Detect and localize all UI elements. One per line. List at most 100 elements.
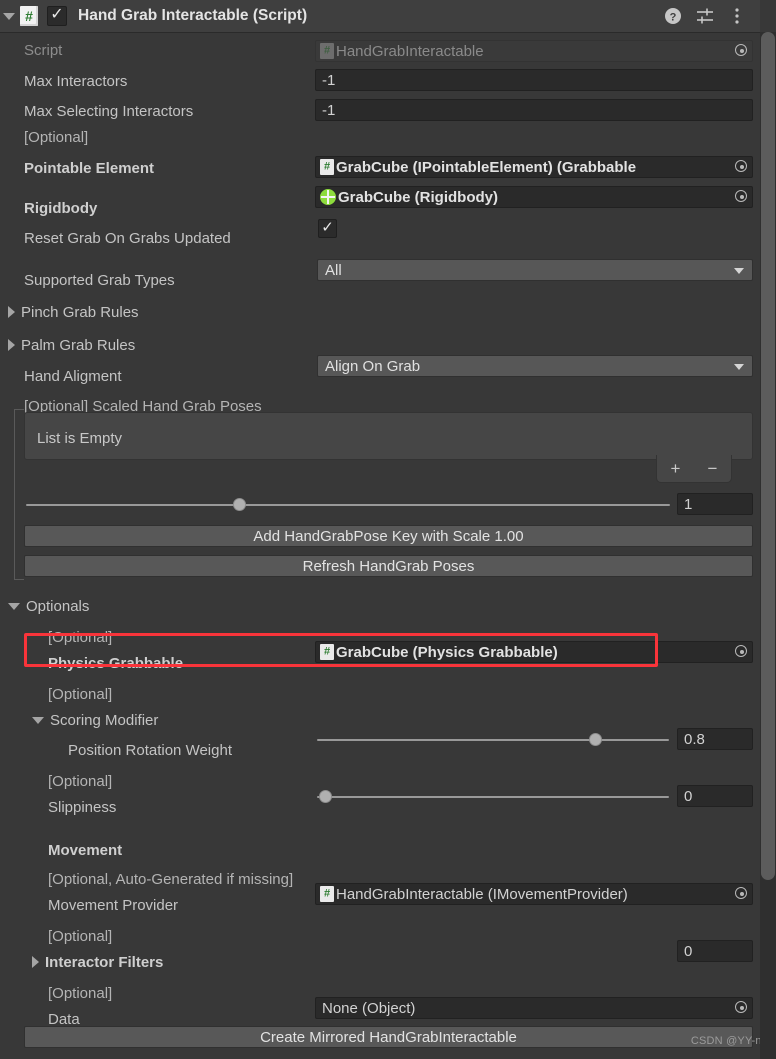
slider-track <box>317 739 669 741</box>
physics-grabbable-object-field[interactable]: GrabCube (Physics Grabbable) <box>315 641 753 663</box>
pointable-element-label: Pointable Element <box>24 159 155 177</box>
max-selecting-interactors-label: Max Selecting Interactors <box>24 102 194 120</box>
optionals-foldout[interactable]: Optionals <box>8 598 89 615</box>
slider-track <box>26 504 670 506</box>
optional-tag-scoring-modifier: [Optional] <box>48 685 113 703</box>
slider-knob[interactable] <box>319 790 332 803</box>
component-header[interactable]: Hand Grab Interactable (Script) ? <box>0 0 760 33</box>
slippiness-input[interactable]: 0 <box>677 785 753 807</box>
pinch-grab-rules-foldout[interactable]: Pinch Grab Rules <box>8 304 139 321</box>
physics-grabbable-value: GrabCube (Physics Grabbable) <box>336 643 558 661</box>
object-picker-icon[interactable] <box>734 159 750 175</box>
create-mirrored-handgrabinteractable-button[interactable]: Create Mirrored HandGrabInteractable <box>24 1026 753 1048</box>
optional-tag-interactor-filters: [Optional] <box>48 927 113 945</box>
slider-knob[interactable] <box>589 733 602 746</box>
vertical-scrollbar-track[interactable] <box>760 32 776 1059</box>
unity-inspector-panel: Hand Grab Interactable (Script) ? <box>0 0 776 1059</box>
movement-section-header: Movement <box>48 841 123 859</box>
list-empty-label: List is Empty <box>37 430 123 447</box>
palm-grab-rules-foldout[interactable]: Palm Grab Rules <box>8 337 135 354</box>
supported-grab-types-value: All <box>325 261 342 279</box>
optional-tag-data: [Optional] <box>48 984 113 1002</box>
svg-text:?: ? <box>670 12 677 24</box>
vertical-scrollbar-thumb[interactable] <box>761 32 775 880</box>
watermark: CSDN @YY-nb <box>690 1035 768 1047</box>
hand-aligment-dropdown[interactable]: Align On Grab <box>317 355 753 377</box>
scale-slider[interactable] <box>26 498 670 512</box>
interactor-filters-count-input[interactable]: 0 <box>677 940 753 962</box>
remove-item-button[interactable]: − <box>708 460 718 477</box>
script-label: Script <box>24 41 63 59</box>
script-object-field: HandGrabInteractable <box>315 40 753 62</box>
movement-provider-label: Movement Provider <box>48 896 179 914</box>
interactor-filters-label: Interactor Filters <box>45 953 164 971</box>
movement-provider-object-field[interactable]: HandGrabInteractable (IMovementProvider) <box>315 883 753 905</box>
slider-knob[interactable] <box>233 498 246 511</box>
movement-provider-value: HandGrabInteractable (IMovementProvider) <box>336 885 628 903</box>
optional-tag-pointable: [Optional] <box>24 128 89 146</box>
scoring-modifier-foldout[interactable]: Scoring Modifier <box>32 712 158 729</box>
chevron-down-icon <box>3 12 15 20</box>
object-picker-icon[interactable] <box>734 189 750 205</box>
optionals-section-label: Optionals <box>26 597 90 615</box>
optional-tag-slippiness: [Optional] <box>48 772 113 790</box>
preset-settings-icon[interactable] <box>696 7 714 25</box>
pointable-element-object-field[interactable]: GrabCube (IPointableElement) (Grabbable <box>315 156 753 178</box>
object-picker-icon[interactable] <box>734 43 750 59</box>
pointable-element-value: GrabCube (IPointableElement) (Grabbable <box>336 158 637 176</box>
object-picker-icon[interactable] <box>734 886 750 902</box>
slider-track <box>317 796 669 798</box>
add-item-button[interactable]: + <box>671 460 681 477</box>
component-enabled-checkbox[interactable] <box>47 5 67 26</box>
refresh-handgrab-poses-button[interactable]: Refresh HandGrab Poses <box>24 555 753 577</box>
csharp-script-icon <box>320 886 334 902</box>
chevron-down-icon <box>734 364 744 370</box>
chevron-down-icon <box>32 716 44 724</box>
rigidbody-icon <box>320 189 336 205</box>
rigidbody-label: Rigidbody <box>24 199 98 217</box>
position-rotation-weight-input[interactable]: 0.8 <box>677 728 753 750</box>
optional-tag-movement-provider: [Optional, Auto-Generated if missing] <box>48 870 294 888</box>
interactor-filters-foldout[interactable]: Interactor Filters <box>32 954 163 971</box>
data-object-field[interactable]: None (Object) <box>315 997 753 1019</box>
help-icon[interactable]: ? <box>664 7 682 25</box>
scaled-poses-list[interactable] <box>24 412 753 460</box>
reset-grab-checkbox[interactable] <box>318 218 337 238</box>
slippiness-label: Slippiness <box>48 798 117 816</box>
component-title: Hand Grab Interactable (Script) <box>78 7 308 24</box>
csharp-script-icon <box>320 644 334 660</box>
csharp-script-icon <box>320 43 334 59</box>
palm-grab-rules-label: Palm Grab Rules <box>21 336 136 354</box>
pinch-grab-rules-label: Pinch Grab Rules <box>21 303 139 321</box>
physics-grabbable-label: Physics Grabbable <box>48 654 184 672</box>
supported-grab-types-label: Supported Grab Types <box>24 271 175 289</box>
hand-aligment-label: Hand Aligment <box>24 367 122 385</box>
object-picker-icon[interactable] <box>734 1000 750 1016</box>
max-interactors-input[interactable]: -1 <box>315 69 753 91</box>
scoring-modifier-label: Scoring Modifier <box>50 711 159 729</box>
optional-tag-physics-grabbable: [Optional] <box>48 628 113 646</box>
object-picker-icon[interactable] <box>734 644 750 660</box>
header-icon-group: ? <box>664 7 760 25</box>
csharp-script-icon <box>20 6 38 26</box>
add-handgrabpose-key-button[interactable]: Add HandGrabPose Key with Scale 1.00 <box>24 525 753 547</box>
more-options-icon[interactable] <box>728 7 746 25</box>
list-footer-buttons: + − <box>656 455 732 483</box>
max-selecting-interactors-input[interactable]: -1 <box>315 99 753 121</box>
hand-aligment-value: Align On Grab <box>325 357 421 375</box>
component-foldout-toggle[interactable] <box>0 0 18 32</box>
position-rotation-weight-slider[interactable] <box>317 733 669 747</box>
data-value: None (Object) <box>322 999 416 1017</box>
chevron-right-icon <box>32 956 39 968</box>
slippiness-slider[interactable] <box>317 790 669 804</box>
script-object-value: HandGrabInteractable <box>336 42 484 60</box>
data-label: Data <box>48 1010 80 1028</box>
chevron-right-icon <box>8 306 15 318</box>
rigidbody-value: GrabCube (Rigidbody) <box>338 188 498 206</box>
group-bracket <box>14 409 24 580</box>
reset-grab-label: Reset Grab On Grabs Updated <box>24 229 231 247</box>
chevron-down-icon <box>8 602 20 610</box>
scale-value-input[interactable]: 1 <box>677 493 753 515</box>
supported-grab-types-dropdown[interactable]: All <box>317 259 753 281</box>
rigidbody-object-field[interactable]: GrabCube (Rigidbody) <box>315 186 753 208</box>
